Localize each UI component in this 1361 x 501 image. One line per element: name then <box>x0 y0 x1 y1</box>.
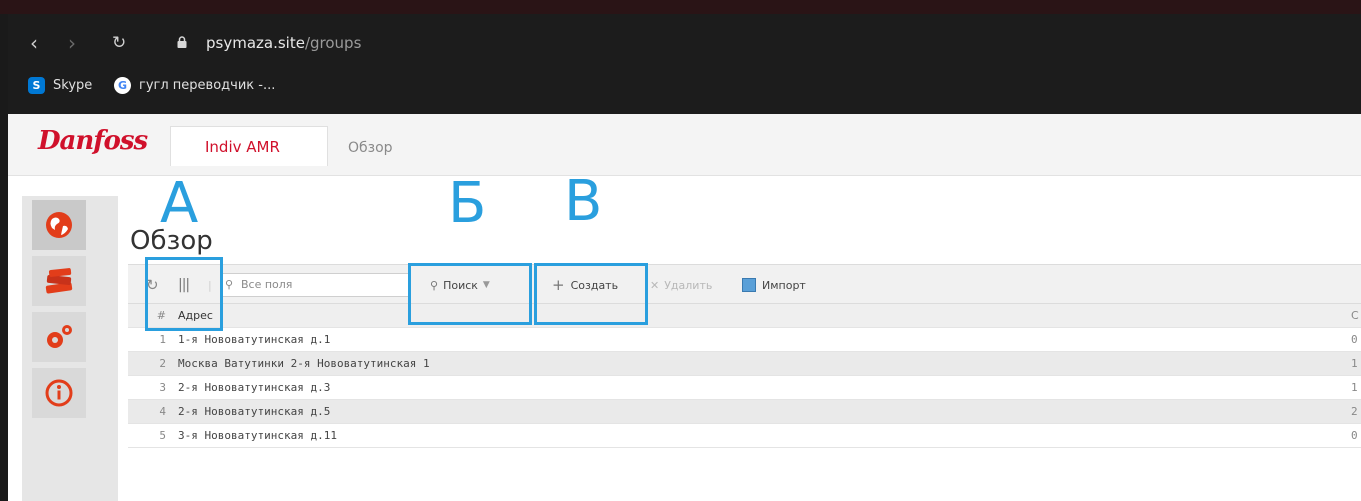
forward-icon[interactable]: › <box>68 26 76 60</box>
row-address: 2-я Нововатутинская д.5 <box>178 405 331 418</box>
browser-chrome: ‹ › ↻ psymaza.site/groups S Skype G гугл… <box>8 14 1361 114</box>
sidebar <box>22 196 118 501</box>
tab-overview[interactable]: Обзор <box>348 126 393 166</box>
table-row[interactable]: 3 2-я Нововатутинская д.3 1 <box>128 376 1361 400</box>
import-button[interactable]: Импорт <box>742 265 806 305</box>
app-header: Danfoss Indiv AMR Обзор <box>8 114 1361 176</box>
annotation-letter-b: Б <box>448 171 487 236</box>
import-icon <box>742 278 756 292</box>
grid-toolbar: ↻ ||| | ⚲ Все поля ⚲ Поиск ▼ + Создать ✕… <box>128 264 1361 304</box>
tab-indiv-amr[interactable]: Indiv AMR <box>170 126 328 166</box>
row-num: 4 <box>159 405 166 418</box>
row-num: 5 <box>159 429 166 442</box>
url-text[interactable]: psymaza.site/groups <box>206 26 361 60</box>
row-address: 2-я Нововатутинская д.3 <box>178 381 331 394</box>
delete-icon: ✕ <box>650 278 660 292</box>
row-address: Москва Ватутинки 2-я Нововатутинская 1 <box>178 357 430 370</box>
url-path: /groups <box>304 34 362 52</box>
danfoss-logo: Danfoss <box>38 126 148 156</box>
bookmarks-bar: S Skype G гугл переводчик -... <box>8 72 1361 98</box>
row-num: 2 <box>159 357 166 370</box>
import-button-label: Импорт <box>762 278 806 292</box>
google-icon: G <box>114 76 131 94</box>
search-input[interactable]: ⚲ Все поля <box>220 273 410 297</box>
annotation-box-a <box>145 257 223 331</box>
annotation-box-v <box>534 263 648 325</box>
header-right[interactable]: С <box>1351 304 1361 328</box>
url-host: psymaza.site <box>206 34 305 52</box>
back-icon[interactable]: ‹ <box>30 26 38 60</box>
bookmark-label: гугл переводчик -... <box>139 77 276 93</box>
row-right: 1 <box>1351 357 1358 370</box>
table-row[interactable]: 2 Москва Ватутинки 2-я Нововатутинская 1… <box>128 352 1361 376</box>
table-row[interactable]: 5 3-я Нововатутинская д.11 0 <box>128 424 1361 448</box>
row-address: 3-я Нововатутинская д.11 <box>178 429 337 442</box>
address-table: # Адрес С 1 1-я Нововатутинская д.1 0 2 … <box>128 304 1361 448</box>
row-address: 1-я Нововатутинская д.1 <box>178 333 331 346</box>
annotation-box-b <box>408 263 532 325</box>
annotation-letter-a: А <box>160 171 199 236</box>
row-num: 1 <box>159 333 166 346</box>
books-icon <box>45 268 73 294</box>
screenshot-frame: ‹ › ↻ psymaza.site/groups S Skype G гугл… <box>0 0 1361 501</box>
reload-icon[interactable]: ↻ <box>112 26 126 60</box>
skype-icon: S <box>28 76 45 94</box>
sidebar-item-globe[interactable] <box>32 200 86 250</box>
row-right: 0 <box>1351 333 1358 346</box>
annotation-letter-v: В <box>564 169 603 234</box>
row-right: 1 <box>1351 381 1358 394</box>
sidebar-item-settings[interactable] <box>32 312 86 362</box>
table-row[interactable]: 4 2-я Нововатутинская д.5 2 <box>128 400 1361 424</box>
row-right: 2 <box>1351 405 1358 418</box>
row-right: 0 <box>1351 429 1358 442</box>
lock-icon <box>177 36 187 48</box>
search-placeholder: Все поля <box>241 278 293 291</box>
sidebar-item-books[interactable] <box>32 256 86 306</box>
row-num: 3 <box>159 381 166 394</box>
top-strip <box>0 0 1361 14</box>
gears-icon <box>47 325 72 348</box>
table-row[interactable]: 1 1-я Нововатутинская д.1 0 <box>128 328 1361 352</box>
table-header: # Адрес С <box>128 304 1361 328</box>
globe-icon <box>46 212 72 238</box>
bookmark-google-translate[interactable]: G гугл переводчик -... <box>114 72 275 98</box>
bookmark-label: Skype <box>53 77 93 93</box>
info-icon <box>45 379 73 407</box>
search-field-icon: ⚲ <box>225 278 234 291</box>
sidebar-item-info[interactable] <box>32 368 86 418</box>
delete-button[interactable]: ✕ Удалить <box>650 265 712 305</box>
address-bar: ‹ › ↻ psymaza.site/groups <box>8 26 1361 60</box>
delete-button-label: Удалить <box>664 278 713 292</box>
bookmark-skype[interactable]: S Skype <box>28 72 92 98</box>
